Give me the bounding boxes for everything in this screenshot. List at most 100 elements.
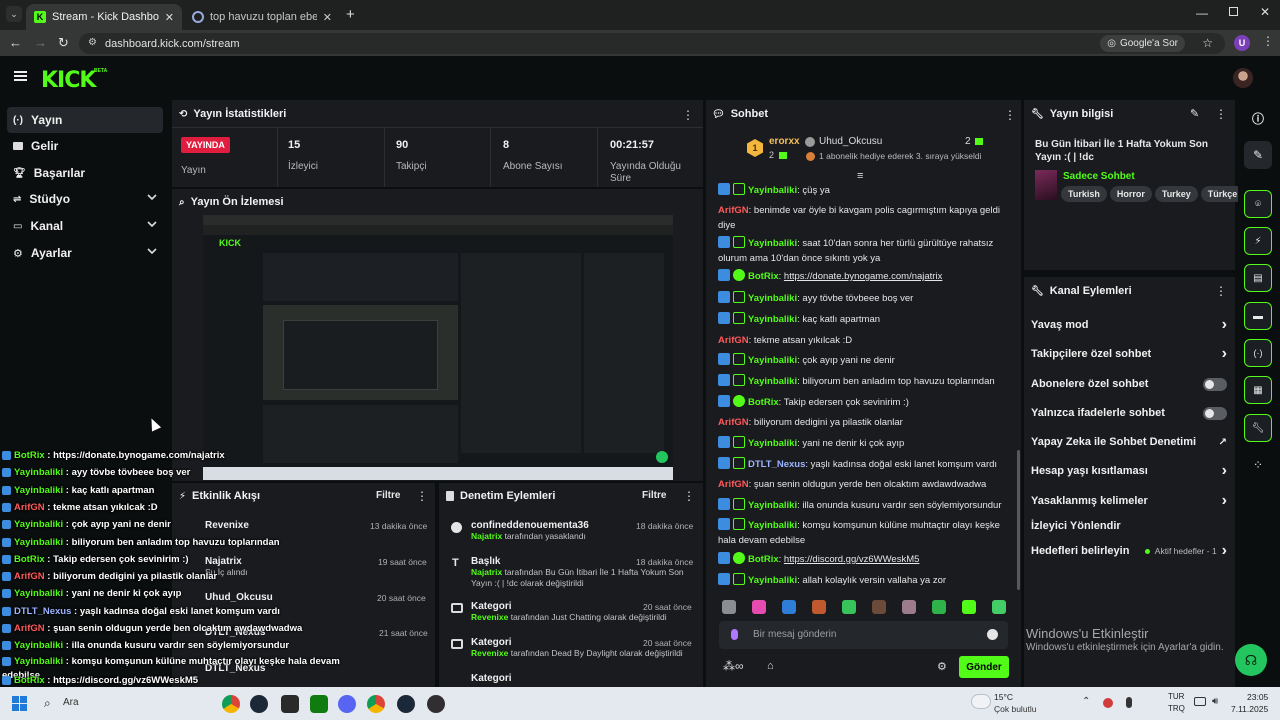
volume-icon[interactable]: 🔊︎	[1212, 696, 1218, 707]
restore-icon[interactable]	[1229, 7, 1238, 16]
emote-icon[interactable]	[872, 600, 886, 614]
channel-action-row[interactable]: Yapay Zeka ile Sohbet Denetimi ↗	[1031, 434, 1227, 450]
xbox-icon[interactable]	[310, 695, 328, 713]
user-avatar[interactable]	[1233, 68, 1253, 88]
sidebar-item-ayarlar[interactable]: ⚙ Ayarlar	[7, 240, 163, 266]
chat-text[interactable]: https://discord.gg/vz6WWeskM5	[784, 554, 920, 565]
collapse-pinned-icon[interactable]: ≡	[857, 170, 863, 182]
stats-menu-icon[interactable]: ⋮	[682, 108, 694, 122]
weather-icon[interactable]	[972, 695, 990, 708]
forward-icon[interactable]: →	[34, 35, 47, 50]
clock-time[interactable]: 23:05	[1247, 692, 1268, 702]
chat-username[interactable]: BotRix	[748, 397, 779, 408]
chat-input[interactable]: Bir mesaj gönderin	[719, 621, 1008, 649]
clock-date[interactable]: 7.11.2025	[1231, 704, 1268, 714]
document-tool-icon[interactable]: ▤	[1244, 264, 1272, 292]
tray-app-icon[interactable]	[1103, 698, 1113, 708]
bookmark-star-icon[interactable]: ☆	[1202, 36, 1213, 50]
channel-action-row[interactable]: Abonelere özel sohbet	[1031, 376, 1227, 392]
google-lens-button[interactable]: ◎ Google'a Sor	[1100, 35, 1185, 52]
epic-games-icon[interactable]	[281, 695, 299, 713]
chat-tool-icon[interactable]: ▬	[1244, 302, 1272, 330]
obs-icon[interactable]	[427, 695, 445, 713]
moderation-filter-button[interactable]: Filtre	[642, 490, 666, 501]
chat-username[interactable]: Yayinbaliki	[748, 293, 797, 304]
broadcast-tool-icon[interactable]: (·)	[1244, 339, 1272, 367]
channel-action-row[interactable]: Yasaklanmış kelimeler ›	[1031, 493, 1227, 509]
tab-search-icon[interactable]: ⌄	[6, 6, 22, 22]
chevron-down-icon[interactable]	[147, 192, 157, 202]
chrome-icon[interactable]	[222, 695, 240, 713]
chat-username[interactable]: Yayinbaliki	[748, 355, 797, 366]
toggle-switch[interactable]	[1203, 406, 1227, 420]
channel-action-row[interactable]: Yalnızca ifadelerle sohbet	[1031, 405, 1227, 421]
support-chat-icon[interactable]: ☊	[1235, 644, 1267, 676]
info-icon[interactable]: ⓘ	[1244, 104, 1272, 132]
sidebar-item-kanal[interactable]: ▭ Kanal	[7, 213, 163, 239]
sidebar-item-gelir[interactable]: Gelir	[7, 133, 163, 159]
chat-scrollbar[interactable]	[1017, 450, 1020, 590]
chat-username[interactable]: Yayinbaliki	[748, 185, 797, 196]
gift-notice[interactable]: Uhud_Okcusu 2 1 abonelik hediye ederek 3…	[805, 136, 1017, 164]
chevron-right-icon[interactable]: ›	[1222, 317, 1227, 333]
moderation-tool-icon[interactable]: ⌾	[1244, 190, 1272, 218]
chevron-right-icon[interactable]: ›	[1222, 346, 1227, 362]
moderation-menu-icon[interactable]: ⋮	[683, 489, 695, 503]
network-icon[interactable]	[1194, 697, 1206, 706]
emote-icon[interactable]	[932, 600, 946, 614]
chat-settings-icon[interactable]: ⚙	[937, 660, 947, 673]
category-name[interactable]: Sadece Sohbet	[1063, 171, 1135, 182]
edit-layout-icon[interactable]: ✎	[1244, 141, 1272, 169]
more-tools-icon[interactable]: ⁘	[1244, 451, 1272, 479]
activity-menu-icon[interactable]: ⋮	[416, 489, 428, 503]
tab-google-search[interactable]: top havuzu toplan ebebek - Go ✕	[184, 4, 340, 30]
emote-icon[interactable]	[962, 600, 976, 614]
chat-username[interactable]: ArifGN	[718, 335, 749, 346]
minimize-icon[interactable]: —	[1196, 6, 1208, 20]
chat-username[interactable]: Yayinbaliki	[748, 376, 797, 387]
chevron-right-icon[interactable]: ›	[1222, 463, 1227, 479]
emote-icon[interactable]	[752, 600, 766, 614]
chat-username[interactable]: ArifGN	[718, 417, 749, 428]
tab-kick-dashboard[interactable]: K Stream - Kick Dashboard ✕	[26, 4, 182, 30]
profile-avatar[interactable]: U	[1234, 35, 1250, 51]
moderation-actor[interactable]: Najatrix	[471, 567, 502, 577]
stream-preview-video[interactable]: KICK	[203, 215, 673, 480]
sidebar-item-studyo[interactable]: ⇌ Stüdyo	[7, 186, 163, 212]
close-window-icon[interactable]: ✕	[1260, 5, 1270, 19]
emoji-icon[interactable]	[987, 629, 998, 640]
kick-logo[interactable]: KICK	[41, 68, 96, 93]
top-gifter-card[interactable]: 1 erorxx 2	[744, 133, 800, 165]
edit-pencil-icon[interactable]: ✎	[1190, 107, 1199, 120]
channel-action-row[interactable]: Yavaş mod ›	[1031, 317, 1227, 333]
emote-icon[interactable]	[782, 600, 796, 614]
reload-icon[interactable]: ↻	[58, 35, 69, 51]
emote-icon[interactable]	[902, 600, 916, 614]
microphone-tray-icon[interactable]	[1126, 697, 1132, 708]
chat-menu-icon[interactable]: ⋮	[1004, 108, 1016, 122]
activity-filter-button[interactable]: Filtre	[376, 490, 400, 501]
sidebar-item-basarilar[interactable]: 🏆︎ Başarılar	[7, 160, 163, 186]
stream-info-menu-icon[interactable]: ⋮	[1215, 107, 1227, 121]
tab-close-icon[interactable]: ✕	[165, 11, 174, 24]
channel-action-row[interactable]: Takipçilere özel sohbet ›	[1031, 346, 1227, 362]
channel-actions-menu-icon[interactable]: ⋮	[1215, 284, 1227, 298]
wrench-tool-icon[interactable]: 🔧︎	[1244, 414, 1272, 442]
moderation-actor[interactable]: Revenixe	[471, 612, 508, 622]
toggle-switch[interactable]	[1203, 377, 1227, 391]
chat-username[interactable]: Yayinbaliki	[748, 438, 797, 449]
steam-icon[interactable]	[397, 695, 415, 713]
emote-icon[interactable]	[992, 600, 1006, 614]
tray-chevron-icon[interactable]: ⌃	[1082, 696, 1090, 707]
layout-tool-icon[interactable]: ▦	[1244, 376, 1272, 404]
emote-icon[interactable]	[722, 600, 736, 614]
chat-username[interactable]: Yayinbaliki	[748, 314, 797, 325]
discord-icon[interactable]	[338, 695, 356, 713]
chat-username[interactable]: Yayinbaliki	[748, 520, 797, 531]
chevron-right-icon[interactable]: ›	[1222, 493, 1227, 509]
kicks-icon[interactable]: ⁂∞	[723, 659, 744, 673]
chat-username[interactable]: Yayinbaliki	[748, 238, 797, 249]
chrome-icon[interactable]	[367, 695, 385, 713]
emote-icon[interactable]	[842, 600, 856, 614]
channel-action-row[interactable]: Hedefleri belirleyin Aktif hedefler - 1 ›	[1031, 543, 1227, 559]
